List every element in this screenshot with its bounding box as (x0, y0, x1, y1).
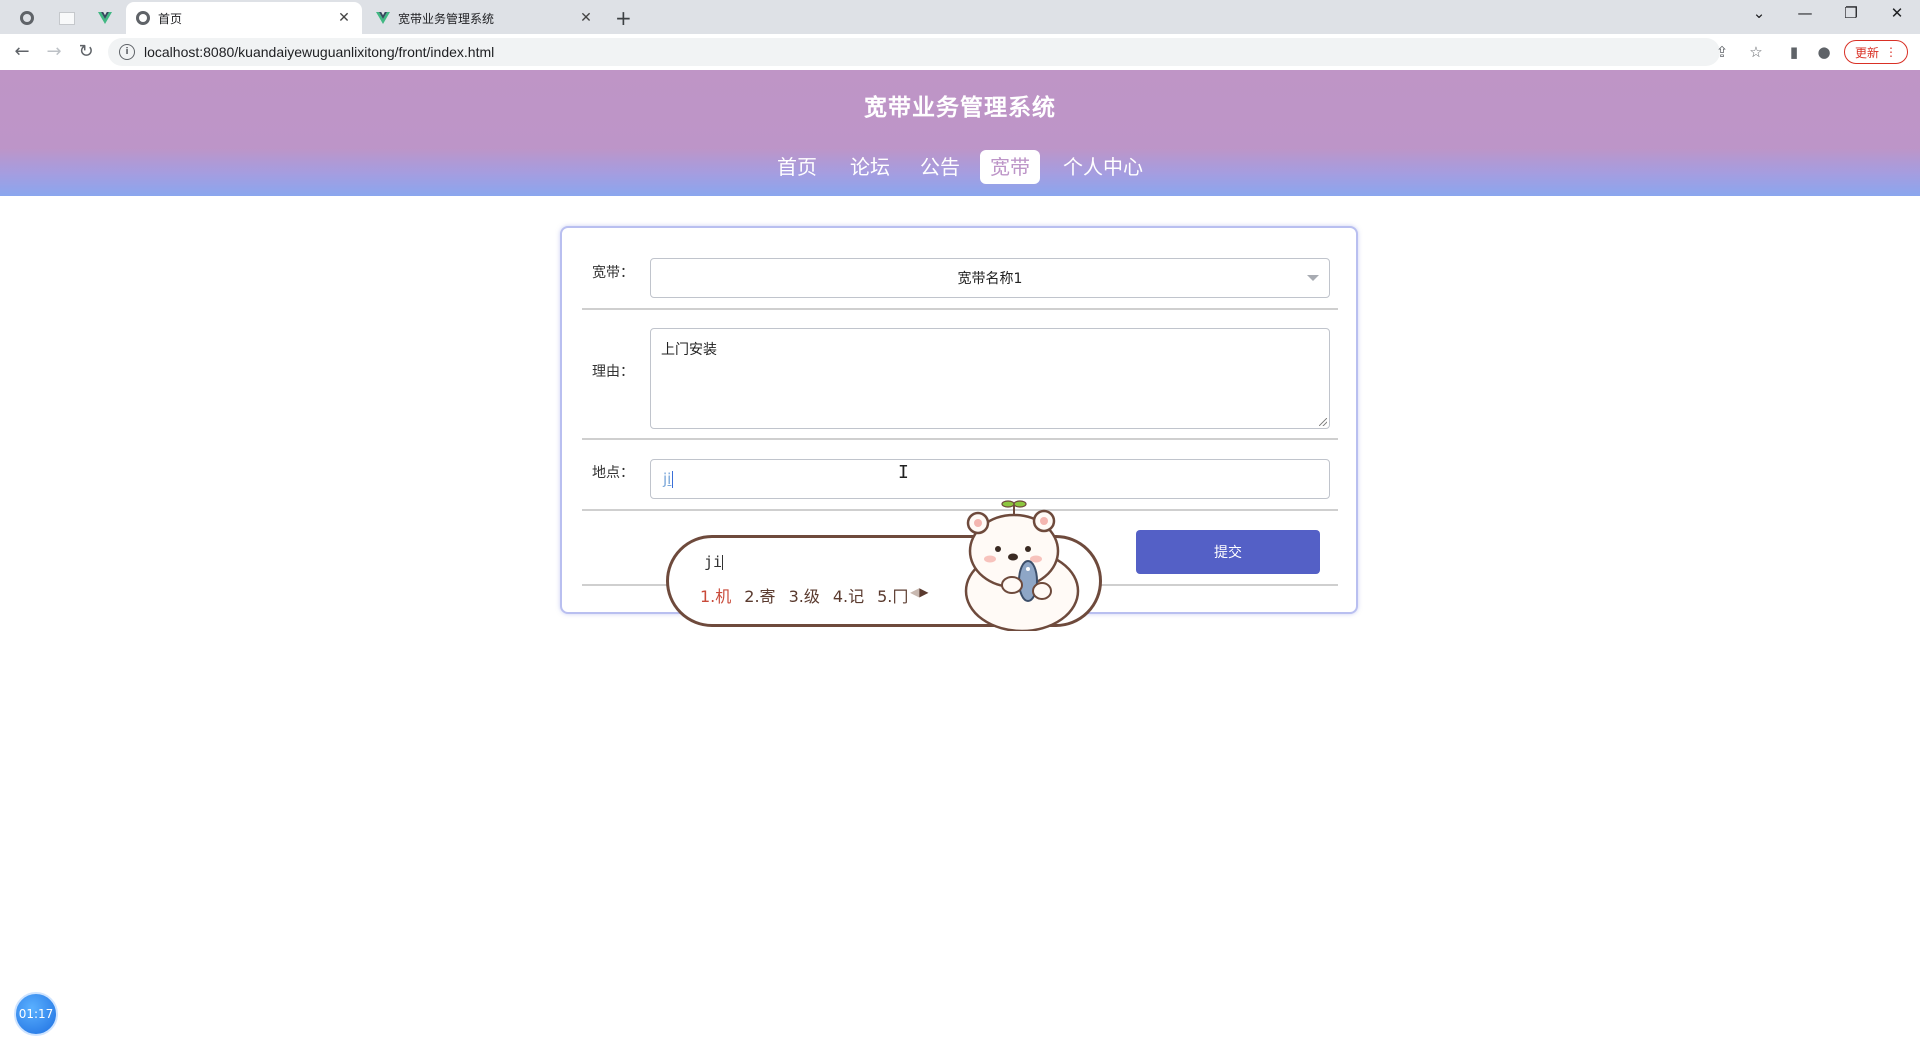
chevron-down-icon (1307, 275, 1319, 281)
ime-pinyin: ji (704, 553, 724, 571)
ime-page-arrows: ◀▶ (910, 585, 928, 599)
ime-candidate[interactable]: 3.级 (789, 587, 820, 606)
broadband-selected-value: 宽带名称1 (957, 271, 1023, 287)
vue-icon (376, 12, 390, 24)
close-tab-icon[interactable]: ✕ (336, 10, 352, 26)
close-tab-icon[interactable]: ✕ (578, 10, 594, 26)
resize-handle-icon[interactable] (1319, 418, 1327, 426)
site-info-icon[interactable]: i (119, 44, 135, 60)
reason-label: 理由： (592, 364, 634, 380)
tab-home[interactable]: 首页 ✕ (126, 2, 362, 34)
submit-button[interactable]: 提交 (1136, 530, 1320, 574)
bookmark-star-icon[interactable]: ☆ (1746, 43, 1766, 61)
minimize-icon[interactable]: — (1782, 4, 1828, 22)
ime-candidate[interactable]: 5.冂 (877, 587, 908, 606)
url-text: localhost:8080/kuandaiyewuguanlixitong/f… (144, 44, 495, 60)
nav-item-personal-center[interactable]: 个人中心 (1056, 150, 1150, 184)
ime-candidate[interactable]: 1.机 (700, 587, 731, 606)
nav-item-home[interactable]: 首页 (770, 150, 824, 184)
pinned-tab-globe[interactable] (10, 4, 44, 32)
main-nav: 首页 论坛 公告 宽带 个人中心 (0, 150, 1920, 184)
nav-item-broadband[interactable]: 宽带 (980, 150, 1040, 184)
share-icon[interactable]: ⇪ (1712, 43, 1732, 61)
ime-prev-page-icon[interactable]: ◀ (910, 585, 919, 599)
pinned-tab-blank[interactable] (50, 4, 84, 32)
ime-caret (722, 555, 724, 570)
ime-candidate-window: ji 1.机 2.寄 3.级 4.记 5.冂 ◀▶ (666, 500, 1108, 631)
tab-search-icon[interactable]: ⌄ (1736, 4, 1782, 22)
profile-icon[interactable]: ● (1814, 43, 1834, 61)
nav-item-forum[interactable]: 论坛 (840, 150, 900, 184)
ime-candidate-list: 1.机 2.寄 3.级 4.记 5.冂 (700, 583, 921, 607)
blank-page-icon (59, 11, 75, 25)
ime-pinyin-text: ji (704, 553, 723, 571)
restore-icon[interactable]: ❐ (1828, 4, 1874, 22)
close-window-icon[interactable]: ✕ (1874, 4, 1920, 22)
pinned-tab-vue[interactable] (88, 4, 122, 32)
tab-title: 宽带业务管理系统 (398, 11, 495, 26)
broadband-label: 宽带： (592, 265, 634, 281)
reason-textarea[interactable]: 上门安装 (650, 328, 1330, 429)
ime-next-page-icon[interactable]: ▶ (919, 585, 928, 599)
divider (582, 438, 1338, 440)
tab-broadband-system[interactable]: 宽带业务管理系统 ✕ (366, 2, 604, 34)
nav-item-notice[interactable]: 公告 (912, 150, 968, 184)
reason-text: 上门安装 (661, 342, 717, 358)
divider (582, 308, 1338, 310)
location-label: 地点： (592, 465, 634, 481)
broadband-select[interactable]: 宽带名称1 (650, 258, 1330, 298)
mouse-text-cursor-icon: I (898, 462, 909, 483)
ime-candidate[interactable]: 4.记 (833, 587, 864, 606)
side-panel-icon[interactable]: ▮ (1784, 43, 1804, 61)
site-header: 宽带业务管理系统 首页 论坛 公告 宽带 个人中心 (0, 70, 1920, 196)
forward-icon[interactable]: → (42, 41, 66, 62)
browser-tab-bar: 首页 ✕ 宽带业务管理系统 ✕ + ⌄ — ❐ ✕ (0, 0, 1920, 34)
url-field[interactable]: i localhost:8080/kuandaiyewuguanlixitong… (108, 38, 1720, 66)
update-button[interactable]: 更新 ⋮ (1844, 40, 1908, 64)
ime-candidate[interactable]: 2.寄 (744, 587, 775, 606)
update-label: 更新 (1854, 45, 1879, 60)
location-composing-text: ji (663, 470, 672, 488)
back-icon[interactable]: ← (10, 41, 34, 62)
globe-icon (136, 11, 150, 25)
globe-icon (20, 11, 34, 25)
text-caret (672, 470, 674, 488)
tab-title: 首页 (158, 11, 183, 26)
site-title: 宽带业务管理系统 (864, 95, 1056, 121)
new-tab-button[interactable]: + (615, 6, 632, 30)
location-input[interactable]: ji (650, 459, 1330, 499)
address-bar: ← → ↻ i localhost:8080/kuandaiyewuguanli… (0, 34, 1920, 71)
vue-icon (98, 12, 112, 24)
reload-icon[interactable]: ↻ (74, 41, 98, 62)
recording-timer-badge[interactable]: 01:17 (14, 992, 58, 1036)
bear-mascot-icon (964, 500, 1080, 631)
more-menu-icon: ⋮ (1885, 45, 1897, 59)
